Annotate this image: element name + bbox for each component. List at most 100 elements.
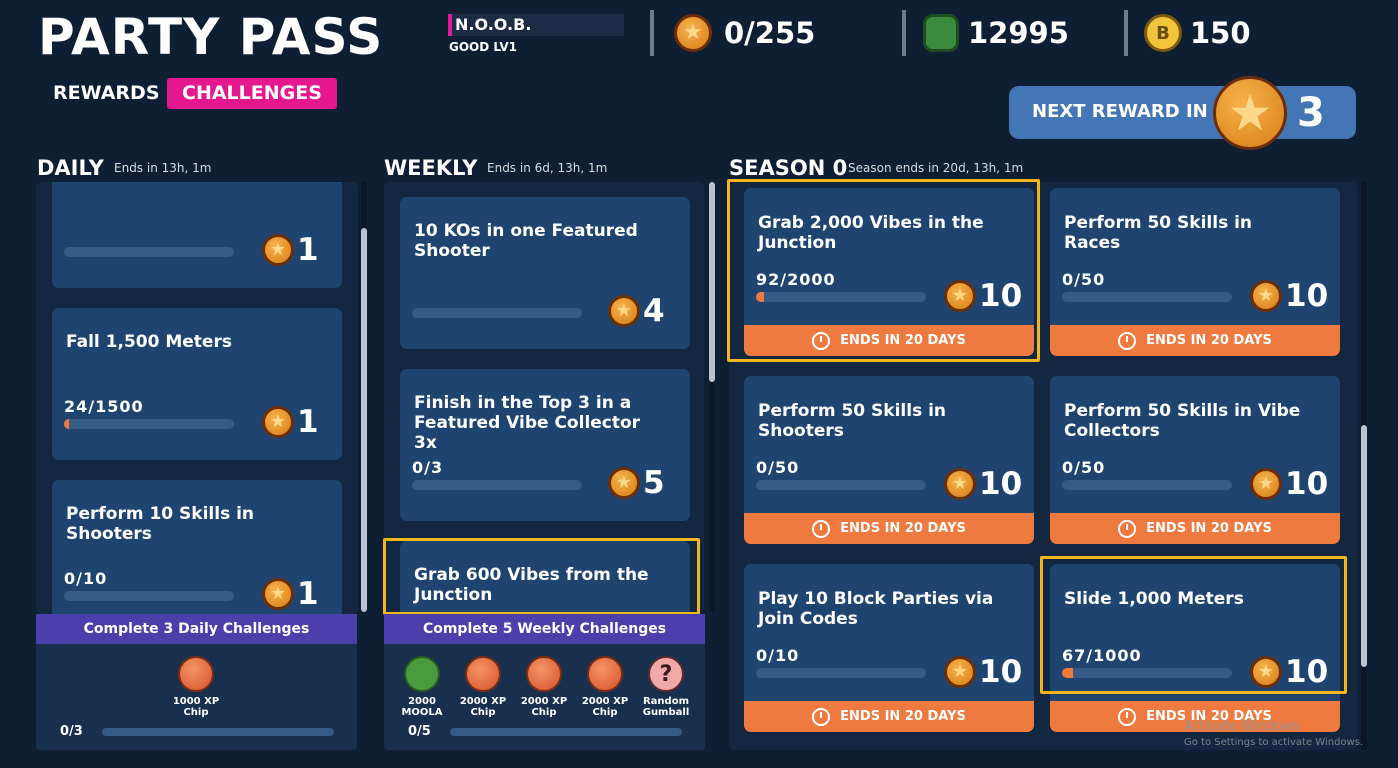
reward-item: 1000 XP Chip — [166, 656, 226, 718]
ends-banner: ENDS IN 20 DAYS — [1050, 513, 1340, 544]
timer-icon — [1118, 331, 1137, 350]
weekly-bonus-bar — [450, 728, 682, 736]
reward: ★ 1 — [262, 234, 319, 266]
ends-banner: ENDS IN 20 DAYS — [1050, 325, 1340, 356]
divider — [902, 10, 906, 56]
reward: ★ 10 — [1250, 280, 1328, 312]
progress-bar — [1062, 292, 1232, 302]
star-icon: ★ — [608, 467, 640, 499]
daily-card[interactable]: Fall 1,500 Meters 24/1500 ★ 1 — [52, 308, 342, 460]
weekly-card[interactable]: 10 KOs in one Featured Shooter ★ 4 — [400, 197, 690, 349]
weekly-title: WEEKLY — [384, 156, 478, 180]
timer-icon — [1118, 707, 1137, 726]
progress-bar — [1062, 668, 1232, 678]
daily-card[interactable]: Perform 10 Skills in Shooters 0/10 ★ 1 — [52, 480, 342, 614]
timer-icon — [812, 519, 831, 538]
star-icon: ★ — [608, 295, 640, 327]
weekly-bonus-label: Complete 5 Weekly Challenges — [384, 614, 705, 644]
progress-bar — [64, 247, 234, 257]
star-icon: ★ — [1213, 76, 1287, 150]
star-icon: ★ — [262, 578, 294, 610]
star-icon: ★ — [262, 234, 294, 266]
ends-banner: ENDS IN 20 DAYS — [744, 513, 1034, 544]
reward-item: 2000 MOOLA — [392, 656, 452, 718]
reward-item: ? Random Gumball — [636, 656, 696, 718]
star-icon: ★ — [1250, 656, 1282, 688]
timer-icon — [812, 707, 831, 726]
progress-bar — [1062, 480, 1232, 490]
season-timer: Season ends in 20d, 13h, 1m — [848, 161, 1024, 175]
xp-chip-icon — [587, 656, 623, 692]
weekly-scroll-thumb[interactable] — [709, 182, 715, 382]
star-count: 0/255 — [724, 16, 816, 50]
daily-title: DAILY — [37, 156, 104, 180]
xp-chip-icon — [526, 656, 562, 692]
xp-chip-icon — [178, 656, 214, 692]
season-scroll-thumb[interactable] — [1361, 425, 1367, 667]
star-icon: ★ — [262, 406, 294, 438]
timer-icon — [812, 331, 831, 350]
weekly-card[interactable]: Finish in the Top 3 in a Featured Vibe C… — [400, 369, 690, 521]
reward: ★ 10 — [944, 656, 1022, 688]
gumball-count: 150 — [1190, 16, 1251, 50]
star-currency-icon: ★ — [674, 14, 712, 52]
next-reward-count: 3 — [1297, 90, 1325, 136]
progress-bar — [64, 419, 234, 429]
moola-icon — [404, 656, 440, 692]
weekly-bonus-progress: 0/5 — [408, 724, 431, 739]
daily-bonus-bar — [102, 728, 334, 736]
reward: ★ 1 — [262, 578, 319, 610]
star-icon: ★ — [1250, 468, 1282, 500]
moola-icon — [923, 14, 959, 52]
watermark-subtitle: Go to Settings to activate Windows. — [1184, 737, 1364, 748]
star-icon: ★ — [1250, 280, 1282, 312]
progress-bar — [412, 308, 582, 318]
reward: ★ 10 — [1250, 468, 1328, 500]
divider — [1124, 10, 1128, 56]
tab-challenges[interactable]: CHALLENGES — [167, 78, 337, 109]
reward: ★ 10 — [1250, 656, 1328, 688]
season-title: SEASON 0 — [729, 156, 848, 180]
weekly-timer: Ends in 6d, 13h, 1m — [487, 161, 608, 175]
daily-scroll-thumb[interactable] — [361, 228, 367, 612]
daily-bonus-progress: 0/3 — [60, 724, 83, 739]
star-icon: ★ — [944, 280, 976, 312]
gumball-icon: B — [1144, 14, 1182, 52]
reward: ★ 1 — [262, 406, 319, 438]
progress-bar — [756, 480, 926, 490]
reward: ★ 10 — [944, 468, 1022, 500]
reward-item: 2000 XP Chip — [453, 656, 513, 718]
tab-rewards[interactable]: REWARDS — [38, 78, 175, 109]
progress-bar — [756, 292, 926, 302]
reward: ★ 5 — [608, 467, 665, 499]
player-level: GOOD LV1 — [449, 40, 518, 54]
random-gumball-icon: ? — [648, 656, 684, 692]
reward: ★ 4 — [608, 295, 665, 327]
progress-bar — [756, 668, 926, 678]
progress-fill — [756, 292, 764, 302]
star-icon: ★ — [944, 468, 976, 500]
ends-banner: ENDS IN 20 DAYS — [744, 325, 1034, 356]
ends-banner: ENDS IN 20 DAYS — [744, 701, 1034, 732]
season-card[interactable]: Perform 50 Skills in Shooters 0/50 ★ 10 E… — [744, 376, 1034, 544]
progress-bar — [412, 480, 582, 490]
season-card[interactable]: Perform 50 Skills in Races 0/50 ★ 10 ENDS… — [1050, 188, 1340, 356]
progress-fill — [64, 419, 70, 429]
progress-fill — [1062, 668, 1074, 678]
daily-timer: Ends in 13h, 1m — [114, 161, 212, 175]
next-reward-label: NEXT REWARD IN — [1032, 101, 1208, 122]
reward: ★ 10 — [944, 280, 1022, 312]
season-card[interactable]: Grab 2,000 Vibes in the Junction 92/2000… — [744, 188, 1034, 356]
watermark-title: Activate Windows — [1184, 719, 1300, 734]
reward-item: 2000 XP Chip — [575, 656, 635, 718]
xp-chip-icon — [465, 656, 501, 692]
daily-bonus-label: Complete 3 Daily Challenges — [36, 614, 357, 644]
weekly-card[interactable]: Grab 600 Vibes from the Junction — [400, 541, 690, 614]
season-card[interactable]: Play 10 Block Parties via Join Codes 0/1… — [744, 564, 1034, 732]
daily-card[interactable]: ★ 1 — [52, 182, 342, 288]
season-card[interactable]: Slide 1,000 Meters 67/1000 ★ 10 ENDS IN 2… — [1050, 564, 1340, 732]
season-card[interactable]: Perform 50 Skills in Vibe Collectors 0/5… — [1050, 376, 1340, 544]
divider — [650, 10, 654, 56]
moola-count: 12995 — [968, 16, 1069, 50]
timer-icon — [1118, 519, 1137, 538]
